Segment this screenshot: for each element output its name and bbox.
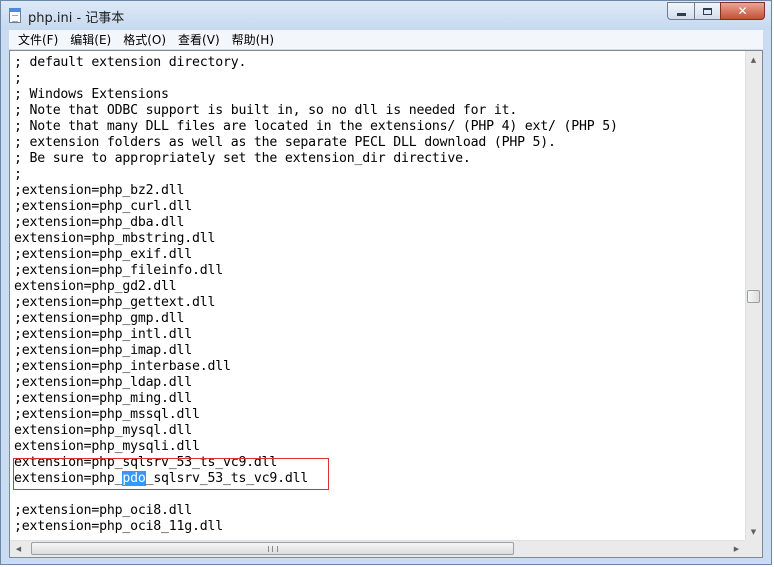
window-title: php.ini - 记事本 xyxy=(28,11,125,26)
close-icon: ✕ xyxy=(737,4,748,18)
menu-help[interactable]: 帮助(H) xyxy=(227,30,279,50)
text-line: ; xyxy=(14,167,22,182)
text-line: ;extension=php_interbase.dll xyxy=(14,359,231,374)
selected-text[interactable]: pdo xyxy=(122,471,146,486)
text-line: ; extension folders as well as the separ… xyxy=(14,135,556,150)
vertical-scrollbar[interactable]: ▲ ▼ xyxy=(745,51,762,540)
text-line: ;extension=php_bz2.dll xyxy=(14,183,185,198)
menu-view[interactable]: 查看(V) xyxy=(173,30,225,50)
text-line: ; Note that ODBC support is built in, so… xyxy=(14,103,518,118)
maximize-button[interactable] xyxy=(694,2,720,20)
text-line: ;extension=php_ldap.dll xyxy=(14,375,193,390)
vertical-scroll-thumb[interactable] xyxy=(747,290,760,303)
text-line: ;extension=php_ming.dll xyxy=(14,391,193,406)
horizontal-scroll-thumb[interactable] xyxy=(31,542,514,555)
text-after-selection: _sqlsrv_53_ts_vc9.dll xyxy=(145,471,309,486)
text-line: extension=php_mysql.dll xyxy=(14,423,193,438)
text-line: ;extension=php_oci8_11g.dll xyxy=(14,519,223,534)
menu-format[interactable]: 格式(O) xyxy=(118,30,171,50)
notepad-icon[interactable] xyxy=(9,8,21,23)
maximize-icon xyxy=(703,7,712,15)
notepad-window: php.ini - 记事本 ✕ 文件(F) 编辑(E) 格式(O) 查看(V) … xyxy=(0,0,772,565)
menu-edit[interactable]: 编辑(E) xyxy=(65,30,116,50)
scroll-left-button[interactable]: ◀ xyxy=(10,540,27,557)
text-line: ;extension=php_gmp.dll xyxy=(14,311,185,326)
text-line: ;extension=php_oci8.dll xyxy=(14,503,193,518)
text-line: ; Note that many DLL files are located i… xyxy=(14,119,618,134)
text-line: ;extension=php_fileinfo.dll xyxy=(14,263,223,278)
arrow-up-icon: ▲ xyxy=(750,55,757,64)
text-line: ; Be sure to appropriately set the exten… xyxy=(14,151,471,166)
close-button[interactable]: ✕ xyxy=(720,2,765,20)
menu-bar: 文件(F) 编辑(E) 格式(O) 查看(V) 帮助(H) xyxy=(9,30,763,50)
text-line: ;extension=php_exif.dll xyxy=(14,247,193,262)
text-line: ;extension=php_imap.dll xyxy=(14,343,193,358)
text-line: ;extension=php_dba.dll xyxy=(14,215,185,230)
text-line: ; Windows Extensions xyxy=(14,87,169,102)
scrollbar-corner xyxy=(745,540,762,557)
text-line: ; xyxy=(14,71,22,86)
text-line: extension=php_gd2.dll xyxy=(14,279,177,294)
text-line: ;extension=php_mssql.dll xyxy=(14,407,200,422)
minimize-icon xyxy=(676,12,686,16)
text-editor[interactable]: ; default extension directory. ; ; Windo… xyxy=(9,50,763,558)
text-line: ;extension=php_curl.dll xyxy=(14,199,193,214)
text-line: extension=php_mysqli.dll xyxy=(14,439,200,454)
scroll-right-button[interactable]: ▶ xyxy=(728,540,745,557)
grip-icon xyxy=(267,545,278,552)
horizontal-scrollbar[interactable]: ◀ ▶ xyxy=(10,540,745,557)
text-line: ; default extension directory. xyxy=(14,55,247,70)
minimize-button[interactable] xyxy=(667,2,694,20)
text-line-with-selection: extension=php_pdo_sqlsrv_53_ts_vc9.dll xyxy=(14,471,308,487)
text-area[interactable]: ; default extension directory. ; ; Windo… xyxy=(10,51,745,540)
text-before-selection: extension=php_ xyxy=(14,471,123,486)
menu-file[interactable]: 文件(F) xyxy=(13,30,63,50)
arrow-right-icon: ▶ xyxy=(733,544,740,553)
window-controls: ✕ xyxy=(667,2,765,20)
text-line: extension=php_sqlsrv_53_ts_vc9.dll xyxy=(14,455,278,470)
arrow-down-icon: ▼ xyxy=(750,527,757,536)
title-bar[interactable]: php.ini - 记事本 ✕ xyxy=(1,1,771,30)
text-line: extension=php_mbstring.dll xyxy=(14,231,216,246)
text-line: ;extension=php_intl.dll xyxy=(14,327,193,342)
arrow-left-icon: ◀ xyxy=(15,544,22,553)
scroll-up-button[interactable]: ▲ xyxy=(745,51,762,68)
scroll-down-button[interactable]: ▼ xyxy=(745,523,762,540)
text-line: ;extension=php_gettext.dll xyxy=(14,295,216,310)
